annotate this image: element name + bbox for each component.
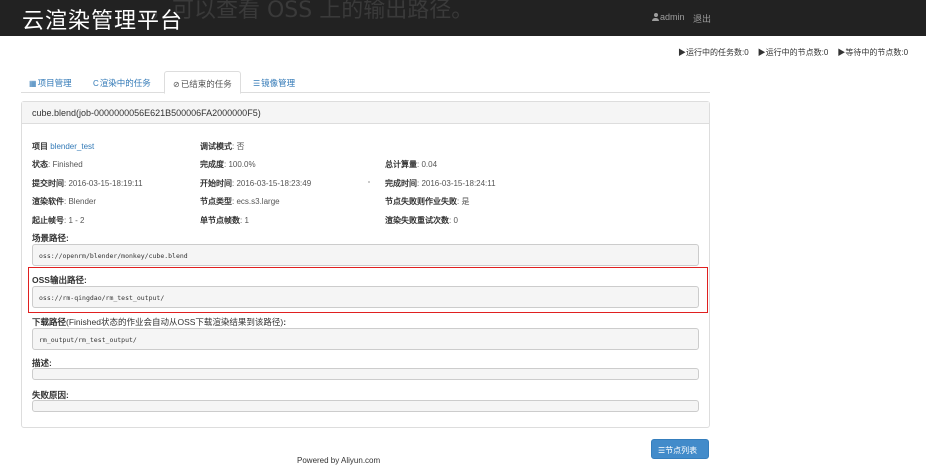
node-failure-field: 节点失败则作业失败: 是 <box>385 197 470 206</box>
scene-path-label: 场景路径: <box>32 233 69 243</box>
tab-label: 已结束的任务 <box>180 79 232 89</box>
stray-dot <box>368 181 370 183</box>
scene-path-value: oss://openrm/blender/monkey/cube.blend <box>32 244 699 266</box>
tab-label: 项目管理 <box>37 78 72 88</box>
project-link[interactable]: blender_test <box>50 142 94 151</box>
finish-time-field: 完成时间: 2016-03-15-18:24:11 <box>385 179 496 188</box>
refresh-icon: C <box>93 79 99 88</box>
node-list-button[interactable]: ☰节点列表 <box>651 439 709 459</box>
running-jobs-count: ▶运行中的任务数:0 <box>678 48 749 57</box>
tab-rendering-jobs[interactable]: C渲染中的任务 <box>85 71 159 93</box>
software-field: 渲染软件: Blender <box>32 197 97 206</box>
failure-reason-value <box>32 400 699 412</box>
app-title[interactable]: 云渲染管理平台 <box>22 3 183 35</box>
list-icon: ☰ <box>253 79 261 88</box>
waiting-nodes-count: ▶等待中的节点数:0 <box>837 48 909 57</box>
check-circle-icon: ⊘ <box>173 80 180 89</box>
node-type-field: 节点类型: ecs.s3.large <box>200 197 280 206</box>
tab-label: 渲染中的任务 <box>99 78 151 88</box>
status-field: 状态: Finished <box>32 160 83 169</box>
frames-per-node-field: 单节点帧数: 1 <box>200 216 249 225</box>
job-title: cube.blend(job-0000000056E621B500006FA20… <box>22 102 709 124</box>
submit-time-field: 提交时间: 2016-03-15-18:19:11 <box>32 179 143 188</box>
user-icon <box>652 13 659 21</box>
job-detail-panel: cube.blend(job-0000000056E621B500006FA20… <box>21 101 710 428</box>
start-time-field: 开始时间: 2016-03-15-18:23:49 <box>200 179 312 188</box>
project-field: 项目 blender_test <box>32 142 95 151</box>
grid-icon: ▦ <box>29 79 37 88</box>
tab-label: 镜像管理 <box>261 78 296 88</box>
main-tabs: ▦项目管理 C渲染中的任务 ⊘已结束的任务 ☰镜像管理 <box>21 71 710 94</box>
cluster-stats: ▶运行中的任务数:0 ▶运行中的节点数:0 ▶等待中的节点数:0 <box>678 47 908 58</box>
download-path-label: 下载路径(Finished状态的作业会自动从OSS下载渲染结果到该路径): <box>32 317 287 327</box>
debug-mode-field: 调试模式: 否 <box>200 142 245 151</box>
logout-link[interactable]: 退出 <box>693 12 711 25</box>
frame-range-field: 起止帧号: 1 - 2 <box>32 216 85 225</box>
footer: Powered by Aliyun.com <box>297 456 381 465</box>
node-list-label: 节点列表 <box>665 446 698 455</box>
user-name: admin <box>660 12 685 22</box>
tab-projects[interactable]: ▦项目管理 <box>21 71 80 93</box>
tab-images[interactable]: ☰镜像管理 <box>245 71 303 93</box>
retry-count-field: 渲染失败重试次数: 0 <box>385 216 458 225</box>
description-value <box>32 368 699 380</box>
user-menu[interactable]: admin <box>652 12 685 22</box>
running-nodes-count: ▶运行中的节点数:0 <box>757 48 829 57</box>
annotation-highlight-box <box>28 267 708 313</box>
compute-field: 总计算量: 0.04 <box>385 160 438 169</box>
overlay-caption: ，可以查看 OSS 上的输出路径。 <box>150 0 474 23</box>
progress-field: 完成度: 100.0% <box>200 160 256 169</box>
top-navbar: ，可以查看 OSS 上的输出路径。 云渲染管理平台 admin 退出 <box>0 0 926 36</box>
tab-finished-jobs[interactable]: ⊘已结束的任务 <box>164 71 241 94</box>
download-path-value: rm_output/rm_test_output/ <box>32 328 699 350</box>
